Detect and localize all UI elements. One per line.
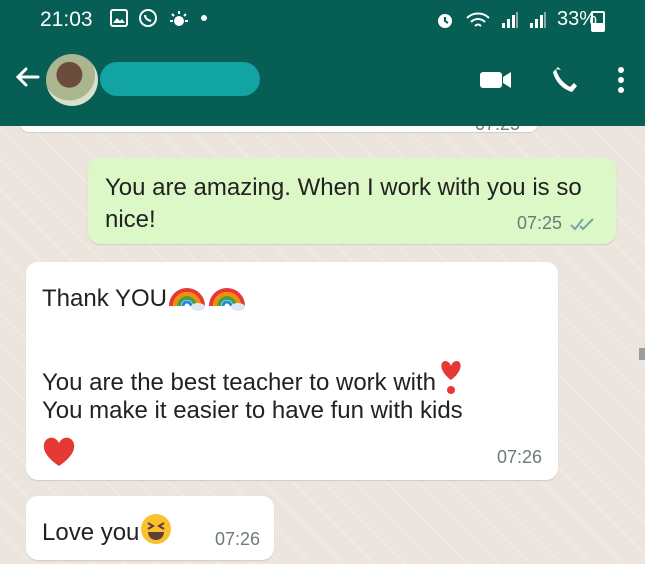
message-line: Thank YOU bbox=[42, 280, 247, 313]
gallery-icon bbox=[110, 9, 128, 27]
message-bubble-incoming[interactable]: Thank YOU You are the best teacher to wo… bbox=[26, 262, 558, 480]
message-text: Thank YOU bbox=[42, 285, 167, 312]
header-actions bbox=[479, 66, 625, 94]
battery-icon bbox=[591, 11, 605, 32]
status-time: 21:03 bbox=[40, 8, 93, 31]
avatar[interactable] bbox=[46, 54, 98, 106]
whatsapp-icon bbox=[139, 9, 157, 27]
more-vert-icon[interactable] bbox=[617, 66, 625, 94]
double-check-icon bbox=[570, 217, 594, 230]
chat-area[interactable]: 07:25 You are amazing. When I work with … bbox=[0, 126, 645, 564]
scrollbar[interactable] bbox=[639, 348, 645, 360]
signal-icon bbox=[501, 11, 518, 28]
message-meta: 07:25 bbox=[517, 213, 596, 234]
message-time: 07:25 bbox=[475, 126, 520, 135]
message-time: 07:25 bbox=[516, 213, 562, 233]
message-bubble-incoming[interactable]: Love you 07:26 bbox=[26, 496, 274, 560]
exclamation-heart-icon bbox=[441, 361, 461, 394]
message-time: 07:26 bbox=[496, 447, 542, 467]
wifi-icon bbox=[466, 12, 490, 27]
red-heart-icon bbox=[43, 437, 75, 466]
contact-name-redacted[interactable] bbox=[100, 62, 260, 96]
message-line: You are the best teacher to work with bbox=[42, 358, 466, 397]
phone-call-icon[interactable] bbox=[551, 66, 579, 94]
status-right: 33% bbox=[435, 8, 597, 31]
rainbow-icon bbox=[168, 288, 205, 311]
message-bubble-partial[interactable]: 07:25 bbox=[20, 126, 538, 135]
message-bubble-outgoing[interactable]: You are amazing. When I work with you is… bbox=[88, 158, 616, 244]
chat-header bbox=[0, 38, 645, 126]
alarm-icon bbox=[437, 13, 452, 28]
laughing-face-icon bbox=[141, 514, 172, 544]
rainbow-icon bbox=[208, 288, 245, 311]
message-text: You are the best teacher to work with bbox=[42, 369, 437, 396]
message-time: 07:26 bbox=[214, 529, 260, 549]
status-bar: 21:03 33% bbox=[0, 0, 645, 38]
message-line: Love you bbox=[42, 512, 173, 547]
status-left-icons bbox=[110, 8, 208, 28]
message-text: Love you bbox=[42, 519, 140, 546]
video-call-icon[interactable] bbox=[479, 68, 513, 92]
message-line: You make it easier to have fun with kids bbox=[42, 397, 463, 424]
signal-icon bbox=[529, 11, 546, 28]
weather-icon bbox=[170, 11, 188, 26]
notification-dot-icon bbox=[201, 15, 207, 21]
back-arrow-icon[interactable] bbox=[10, 60, 44, 94]
